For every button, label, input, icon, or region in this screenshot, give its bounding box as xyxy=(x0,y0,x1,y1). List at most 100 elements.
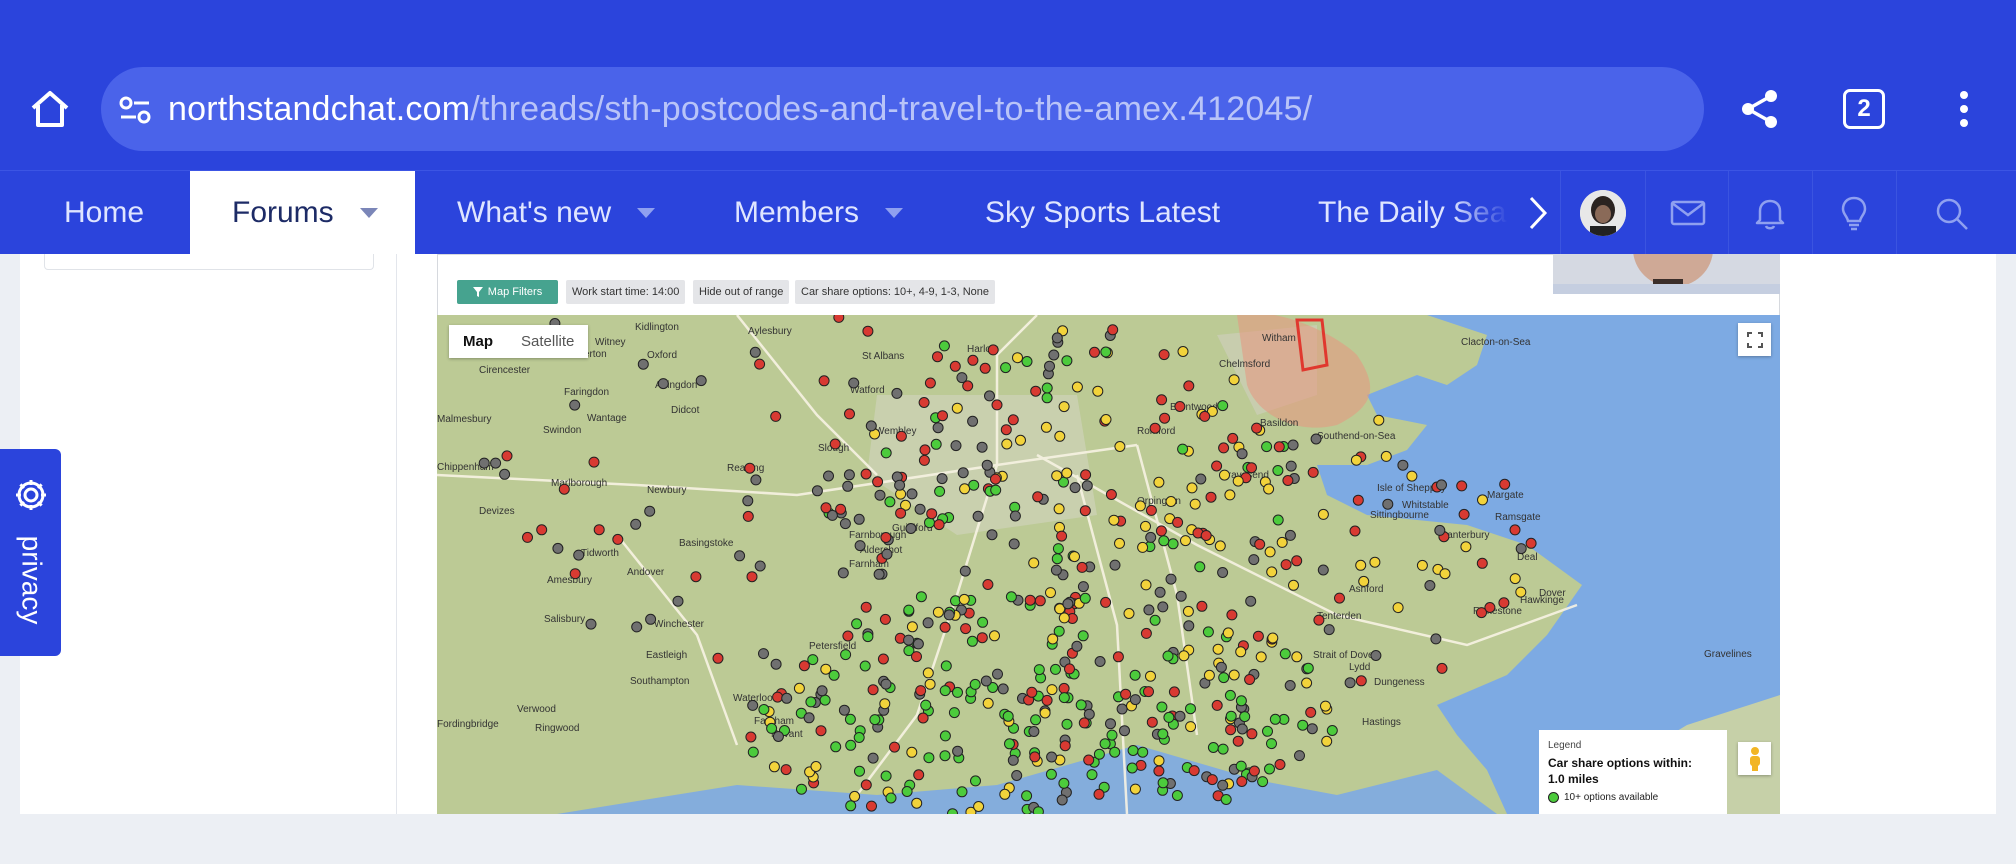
map-marker[interactable] xyxy=(924,678,936,690)
map-marker[interactable] xyxy=(853,513,865,525)
map-marker[interactable] xyxy=(854,765,865,777)
map-marker[interactable] xyxy=(999,788,1011,800)
map-marker[interactable] xyxy=(989,630,1000,642)
map-canvas[interactable]: KidlingtonAylesburyWitneyOxfordCarterton… xyxy=(437,315,1780,814)
map-marker[interactable] xyxy=(1321,735,1333,747)
map-marker[interactable] xyxy=(522,531,533,543)
map-marker[interactable] xyxy=(1058,682,1070,694)
map-marker[interactable] xyxy=(1326,725,1338,736)
map-marker[interactable] xyxy=(1093,788,1105,800)
map-marker[interactable] xyxy=(1382,498,1394,510)
map-marker[interactable] xyxy=(820,502,832,514)
map-marker[interactable] xyxy=(1246,462,1257,474)
map-marker[interactable] xyxy=(1030,385,1042,397)
map-marker[interactable] xyxy=(1008,538,1020,550)
map-marker[interactable] xyxy=(1252,630,1264,642)
map-marker[interactable] xyxy=(830,741,842,753)
map-marker[interactable] xyxy=(1021,356,1033,367)
map-marker[interactable] xyxy=(1320,700,1331,712)
map-marker[interactable] xyxy=(758,704,770,715)
map-marker[interactable] xyxy=(747,746,759,758)
map-marker[interactable] xyxy=(1206,774,1218,786)
map-marker[interactable] xyxy=(552,542,564,554)
map-marker[interactable] xyxy=(1392,602,1404,614)
map-marker[interactable] xyxy=(754,560,766,572)
map-marker[interactable] xyxy=(1061,355,1073,367)
map-type-map-button[interactable]: Map xyxy=(449,325,507,358)
map-marker[interactable] xyxy=(772,731,784,742)
map-marker[interactable] xyxy=(1026,686,1038,698)
map-marker[interactable] xyxy=(1515,543,1527,555)
map-marker[interactable] xyxy=(881,548,893,560)
map-marker[interactable] xyxy=(1246,728,1258,740)
map-marker[interactable] xyxy=(1000,424,1012,436)
map-marker[interactable] xyxy=(844,408,855,420)
map-marker[interactable] xyxy=(1153,765,1165,777)
map-marker[interactable] xyxy=(1028,557,1040,569)
map-marker[interactable] xyxy=(879,613,891,625)
map-marker[interactable] xyxy=(958,593,970,605)
map-marker[interactable] xyxy=(1282,475,1294,486)
map-marker[interactable] xyxy=(1081,480,1093,492)
map-marker[interactable] xyxy=(1007,754,1019,766)
map-marker[interactable] xyxy=(854,540,866,552)
map-marker[interactable] xyxy=(1248,765,1260,777)
map-marker[interactable] xyxy=(1178,650,1190,662)
map-marker[interactable] xyxy=(1079,505,1091,517)
map-marker[interactable] xyxy=(1140,579,1152,591)
map-marker[interactable] xyxy=(849,790,861,802)
map-marker[interactable] xyxy=(1509,573,1521,585)
map-marker[interactable] xyxy=(880,447,892,459)
map-marker[interactable] xyxy=(754,358,766,370)
map-marker[interactable] xyxy=(631,621,643,633)
map-marker[interactable] xyxy=(1460,541,1472,553)
map-marker[interactable] xyxy=(920,699,932,711)
map-marker[interactable] xyxy=(1059,740,1071,752)
map-marker[interactable] xyxy=(1509,524,1521,536)
map-marker[interactable] xyxy=(593,524,605,536)
map-marker[interactable] xyxy=(585,618,597,630)
map-marker[interactable] xyxy=(1109,746,1121,758)
map-marker[interactable] xyxy=(956,786,968,798)
map-marker[interactable] xyxy=(818,375,830,387)
map-marker[interactable] xyxy=(1211,460,1223,472)
map-marker[interactable] xyxy=(837,567,849,579)
map-marker[interactable] xyxy=(1100,414,1112,425)
map-marker[interactable] xyxy=(1310,433,1322,445)
map-marker[interactable] xyxy=(1032,806,1044,814)
map-marker[interactable] xyxy=(851,618,863,630)
map-marker[interactable] xyxy=(1313,614,1325,626)
map-marker[interactable] xyxy=(770,410,782,422)
map-marker[interactable] xyxy=(867,684,879,696)
map-marker[interactable] xyxy=(990,484,1002,496)
map-marker[interactable] xyxy=(960,623,972,635)
map-marker[interactable] xyxy=(1476,557,1488,569)
map-marker[interactable] xyxy=(499,468,511,480)
hide-out-of-range-filter[interactable]: Hide out of range xyxy=(693,280,790,304)
map-marker[interactable] xyxy=(1291,555,1303,567)
map-marker[interactable] xyxy=(845,739,857,751)
map-marker[interactable] xyxy=(1167,538,1179,550)
map-marker[interactable] xyxy=(1224,689,1236,701)
map-marker[interactable] xyxy=(949,360,961,372)
map-marker[interactable] xyxy=(982,697,994,709)
map-marker[interactable] xyxy=(1211,699,1223,711)
map-marker[interactable] xyxy=(1436,479,1447,491)
map-marker[interactable] xyxy=(1175,590,1187,602)
map-marker[interactable] xyxy=(768,761,780,773)
map-marker[interactable] xyxy=(906,746,918,758)
map-marker[interactable] xyxy=(1185,721,1197,733)
map-marker[interactable] xyxy=(913,769,925,781)
map-marker[interactable] xyxy=(1174,401,1186,412)
map-marker[interactable] xyxy=(1051,553,1063,565)
map-marker[interactable] xyxy=(1050,564,1062,576)
map-marker[interactable] xyxy=(997,683,1009,695)
map-marker[interactable] xyxy=(972,510,984,522)
map-marker[interactable] xyxy=(940,660,952,672)
map-marker[interactable] xyxy=(891,387,903,399)
map-marker[interactable] xyxy=(880,532,892,543)
map-marker[interactable] xyxy=(1053,503,1065,515)
nav-tab-members[interactable]: Members xyxy=(734,171,904,255)
map-marker[interactable] xyxy=(1380,450,1392,462)
map-marker[interactable] xyxy=(860,468,872,480)
